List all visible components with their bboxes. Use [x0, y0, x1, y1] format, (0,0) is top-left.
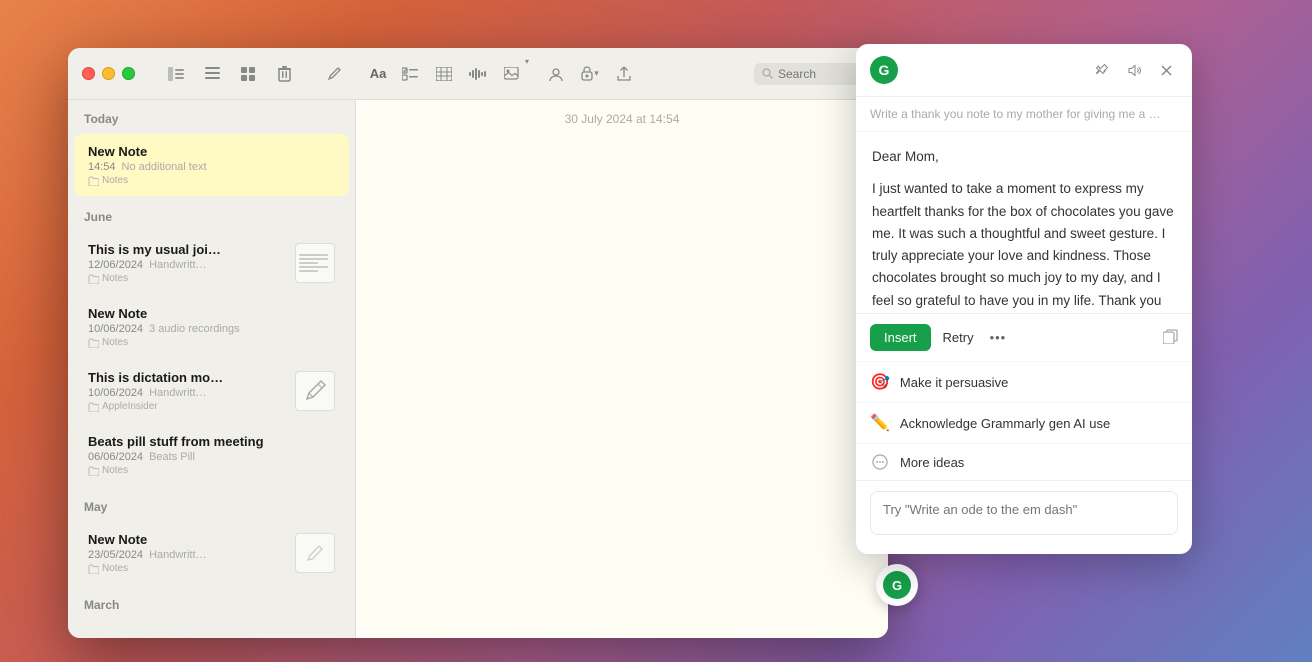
- note-item-2[interactable]: This is my usual joi… 12/06/2024 Handwri…: [74, 232, 349, 294]
- grammarly-logo: G: [870, 56, 898, 84]
- note-meta: 23/05/2024 Handwritt…: [88, 549, 287, 561]
- pin-icon[interactable]: [1090, 58, 1114, 82]
- note-meta: 10/06/2024 Handwritt…: [88, 387, 287, 399]
- note-folder: AppleInsider: [88, 401, 287, 412]
- insert-button[interactable]: Insert: [870, 324, 931, 351]
- note-subtitle: No additional text: [122, 161, 207, 173]
- grammarly-prompt-input[interactable]: [870, 491, 1178, 535]
- search-input[interactable]: [778, 67, 858, 81]
- note-date: 23/05/2024: [88, 549, 143, 561]
- sidebar: Today New Note 14:54 No additional text …: [68, 100, 356, 638]
- grammarly-response: Dear Mom, I just wanted to take a moment…: [856, 132, 1192, 313]
- note-date: 14:54: [88, 161, 116, 173]
- grammarly-fab-logo: G: [883, 571, 911, 599]
- note-subtitle: 3 audio recordings: [149, 323, 240, 335]
- note-subtitle: Handwritt…: [149, 259, 206, 271]
- section-march: March: [68, 586, 355, 618]
- suggestion-persuasive-label: Make it persuasive: [900, 375, 1008, 390]
- note-date: 10/06/2024: [88, 323, 143, 335]
- response-salutation: Dear Mom,: [872, 146, 1176, 168]
- grammarly-prompt: Write a thank you note to my mother for …: [856, 97, 1192, 132]
- note-meta: 12/06/2024 Handwritt…: [88, 259, 287, 271]
- note-thumbnail-6: [295, 533, 335, 573]
- note-item-5[interactable]: Beats pill stuff from meeting 06/06/2024…: [74, 424, 349, 486]
- grammarly-header: G: [856, 44, 1192, 97]
- note-title: New Note: [88, 532, 287, 547]
- note-title: New Note: [88, 306, 335, 321]
- note-item-6[interactable]: New Note 23/05/2024 Handwritt… Notes: [74, 522, 349, 584]
- section-june: June: [68, 198, 355, 230]
- note-item-3[interactable]: New Note 10/06/2024 3 audio recordings N…: [74, 296, 349, 358]
- grammarly-actions: Insert Retry •••: [856, 313, 1192, 361]
- minimize-button[interactable]: [102, 67, 115, 80]
- note-subtitle: Beats Pill: [149, 451, 195, 463]
- speaker-icon[interactable]: [1122, 58, 1146, 82]
- grammarly-input-area: [856, 480, 1192, 554]
- note-editor: 30 July 2024 at 14:54: [356, 100, 888, 638]
- image-icon[interactable]: ▾: [497, 59, 527, 89]
- note-folder: Notes: [88, 273, 287, 284]
- toolbar-icons: [161, 59, 299, 89]
- maximize-button[interactable]: [122, 67, 135, 80]
- grammarly-header-icons: [1090, 58, 1178, 82]
- note-folder: Notes: [88, 465, 335, 476]
- note-meta: 14:54 No additional text: [88, 161, 335, 173]
- more-ideas-icon: [870, 454, 890, 470]
- note-date: 12/06/2024: [88, 259, 143, 271]
- suggestion-more-ideas[interactable]: More ideas: [856, 443, 1192, 480]
- response-body: I just wanted to take a moment to expres…: [872, 178, 1176, 313]
- more-button[interactable]: •••: [986, 326, 1011, 349]
- section-may: May: [68, 488, 355, 520]
- title-bar: Aa: [68, 48, 888, 100]
- share-icon[interactable]: [609, 59, 639, 89]
- note-title: New Note: [88, 144, 335, 159]
- list-view-icon[interactable]: [197, 59, 227, 89]
- suggestion-acknowledge[interactable]: ✏️ Acknowledge Grammarly gen AI use: [856, 402, 1192, 443]
- delete-icon[interactable]: [269, 59, 299, 89]
- note-meta: 10/06/2024 3 audio recordings: [88, 323, 335, 335]
- retry-button[interactable]: Retry: [939, 324, 978, 351]
- table-icon[interactable]: [429, 59, 459, 89]
- note-folder: Notes: [88, 175, 335, 186]
- lock-icon[interactable]: ▾: [575, 59, 605, 89]
- sidebar-toggle-icon[interactable]: [161, 59, 191, 89]
- note-body[interactable]: [356, 138, 888, 638]
- persuasive-emoji: 🎯: [870, 372, 890, 392]
- note-folder: Notes: [88, 563, 287, 574]
- search-icon: [762, 68, 773, 79]
- traffic-lights: [82, 67, 135, 80]
- note-item-4[interactable]: This is dictation mo… 10/06/2024 Handwri…: [74, 360, 349, 422]
- collaborate-icon[interactable]: [541, 59, 571, 89]
- close-panel-icon[interactable]: [1154, 58, 1178, 82]
- main-content: Today New Note 14:54 No additional text …: [68, 100, 888, 638]
- notes-window: Aa: [68, 48, 888, 638]
- note-item-1[interactable]: New Note 14:54 No additional text Notes: [74, 134, 349, 196]
- suggestion-acknowledge-label: Acknowledge Grammarly gen AI use: [900, 416, 1110, 431]
- note-thumbnail-4: [295, 371, 335, 411]
- copy-button[interactable]: [1163, 329, 1178, 347]
- note-title: This is dictation mo…: [88, 370, 287, 385]
- note-subtitle: Handwritt…: [149, 549, 206, 561]
- note-title: Beats pill stuff from meeting: [88, 434, 335, 449]
- text-format-icon[interactable]: Aa: [365, 59, 391, 89]
- grid-view-icon[interactable]: [233, 59, 263, 89]
- note-subtitle: Handwritt…: [149, 387, 206, 399]
- section-today: Today: [68, 100, 355, 132]
- note-date: 06/06/2024: [88, 451, 143, 463]
- note-date-header: 30 July 2024 at 14:54: [356, 100, 888, 138]
- checklist-icon[interactable]: [395, 59, 425, 89]
- note-thumbnail-2: [295, 243, 335, 283]
- new-note-icon[interactable]: [319, 59, 349, 89]
- suggestion-persuasive[interactable]: 🎯 Make it persuasive: [856, 361, 1192, 402]
- acknowledge-emoji: ✏️: [870, 413, 890, 433]
- suggestion-more-ideas-label: More ideas: [900, 455, 964, 470]
- close-button[interactable]: [82, 67, 95, 80]
- grammarly-fab[interactable]: G: [876, 564, 918, 606]
- note-date: 10/06/2024: [88, 387, 143, 399]
- waveform-icon[interactable]: [463, 59, 493, 89]
- note-title: This is my usual joi…: [88, 242, 287, 257]
- note-meta: 06/06/2024 Beats Pill: [88, 451, 335, 463]
- note-folder: Notes: [88, 337, 335, 348]
- grammarly-panel: G Write a thank y: [856, 44, 1192, 554]
